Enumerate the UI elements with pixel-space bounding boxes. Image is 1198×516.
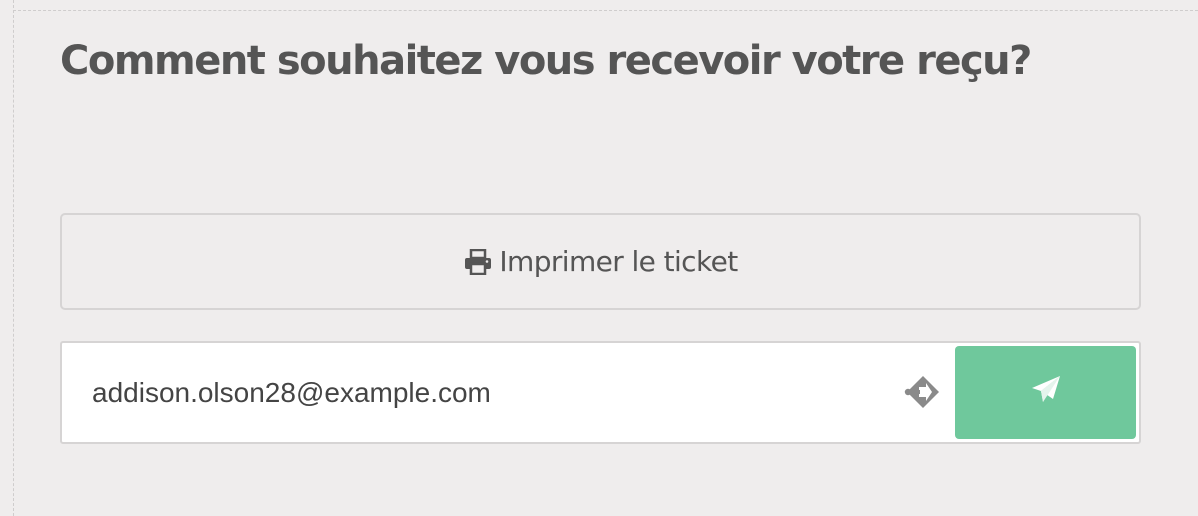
panel-left-border [13,0,14,516]
paper-plane-icon [1030,374,1062,411]
receipt-panel: Comment souhaitez vous recevoir votre re… [0,0,1198,516]
send-email-button[interactable] [955,346,1136,439]
receipt-title: Comment souhaitez vous recevoir votre re… [60,38,1032,84]
email-input[interactable] [92,343,872,442]
panel-top-border [13,10,1198,11]
email-receipt-group [60,341,1141,444]
autofill-key-icon[interactable] [904,375,940,409]
print-ticket-label: Imprimer le ticket [499,245,738,278]
print-ticket-button[interactable]: Imprimer le ticket [60,213,1141,310]
printer-icon [463,247,493,277]
